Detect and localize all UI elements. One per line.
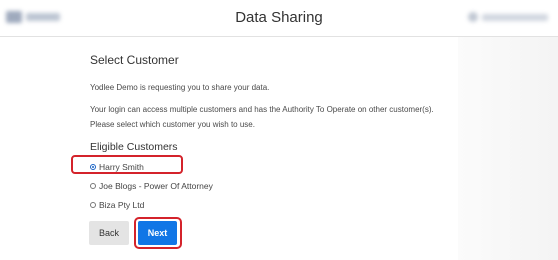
next-button[interactable]: Next bbox=[138, 221, 177, 245]
customer-option-label: Harry Smith bbox=[99, 162, 144, 172]
right-panel-edge bbox=[458, 37, 558, 260]
contact-number bbox=[482, 14, 548, 21]
request-text: Yodlee Demo is requesting you to share y… bbox=[90, 83, 270, 92]
customer-option-harry-smith[interactable]: Harry Smith bbox=[90, 160, 144, 174]
authority-text: Your login can access multiple customers… bbox=[90, 105, 434, 129]
phone-icon bbox=[468, 12, 478, 22]
radio-unselected-icon[interactable] bbox=[90, 202, 96, 208]
customer-option-joe-blogs[interactable]: Joe Blogs - Power Of Attorney bbox=[90, 179, 213, 193]
contact-info bbox=[468, 9, 554, 25]
radio-unselected-icon[interactable] bbox=[90, 183, 96, 189]
back-button[interactable]: Back bbox=[89, 221, 129, 245]
customer-option-label: Biza Pty Ltd bbox=[99, 200, 145, 210]
eligible-customers-heading: Eligible Customers bbox=[90, 141, 178, 153]
top-header: Data Sharing bbox=[0, 0, 558, 37]
section-title: Select Customer bbox=[90, 53, 179, 67]
customer-option-label: Joe Blogs - Power Of Attorney bbox=[99, 181, 213, 191]
customer-option-biza-pty-ltd[interactable]: Biza Pty Ltd bbox=[90, 198, 144, 212]
radio-selected-icon[interactable] bbox=[90, 164, 96, 170]
